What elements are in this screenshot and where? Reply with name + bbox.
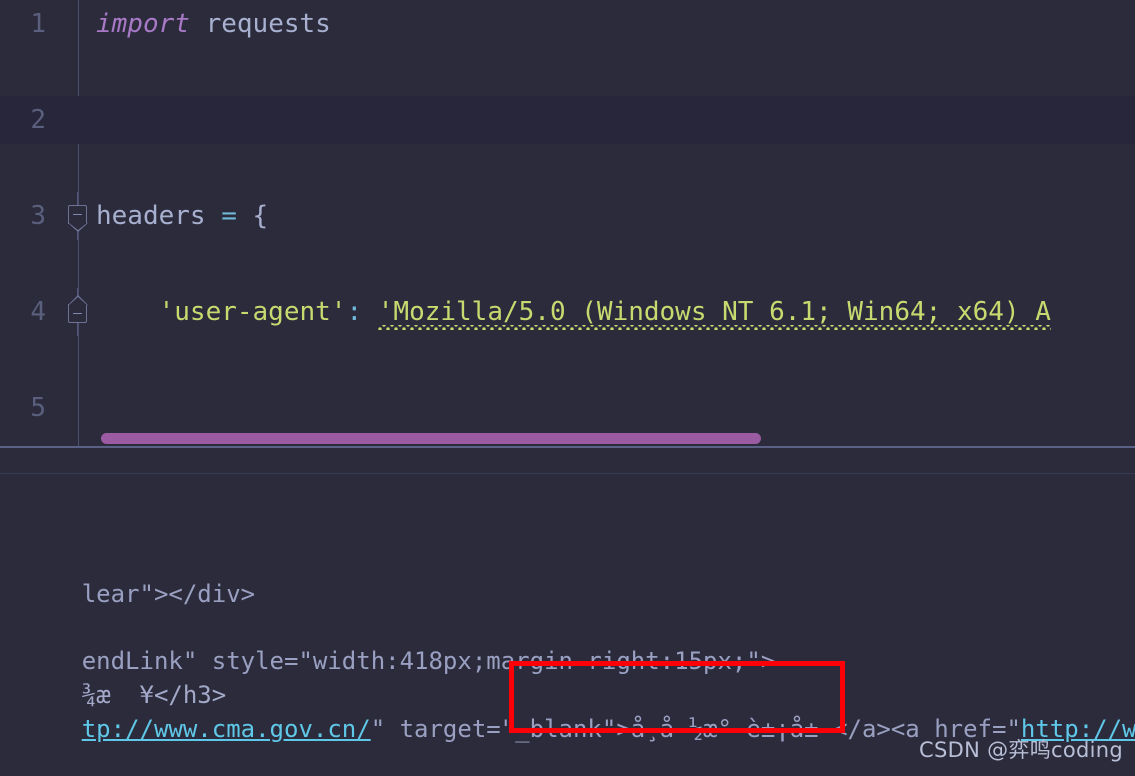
line-number: 2 (30, 105, 46, 135)
fold-minus-icon (73, 214, 82, 215)
screenshot-root: 1 import requests 2 3 headers = { 4 'use… (0, 0, 1135, 776)
token-module-requests (190, 9, 206, 39)
scrollbar-thumb[interactable] (101, 433, 761, 444)
line-number: 3 (30, 201, 46, 231)
fold-region-line-3[interactable] (62, 192, 94, 240)
line-number: 1 (30, 9, 46, 39)
code-line-2[interactable]: 2 (0, 96, 1135, 144)
line-number: 5 (30, 393, 46, 423)
fold-minus-icon (73, 313, 82, 314)
token-keyword-import: import (96, 9, 190, 39)
output-html-fragment: lear"></div> (81, 580, 256, 608)
code-line-text: import requests (96, 0, 331, 48)
code-editor-pane[interactable]: 1 import requests 2 3 headers = { 4 'use… (0, 0, 1135, 446)
token-colon: : (346, 297, 363, 327)
code-line-3[interactable]: 3 headers = { (0, 192, 1135, 240)
fold-collapse-icon[interactable] (68, 205, 88, 232)
fold-region-line-4[interactable] (62, 288, 94, 336)
code-line-text: headers = { (96, 192, 268, 240)
console-top-rule (0, 473, 1135, 474)
output-link-cma[interactable]: tp://www.cma.gov.cn/ (82, 715, 371, 743)
code-line-4[interactable]: 4 'user-agent': 'Mozilla/5.0 (Windows NT… (0, 288, 1135, 336)
red-highlight-rectangle (509, 661, 845, 733)
editor-horizontal-scrollbar[interactable] (0, 430, 1135, 446)
token-variable-headers: headers (96, 201, 206, 231)
code-line-5[interactable]: 5 (0, 384, 1135, 432)
line-number: 4 (30, 297, 46, 327)
token-identifier: requests (205, 9, 331, 39)
fold-expand-icon[interactable] (68, 295, 88, 323)
code-line-1[interactable]: 1 import requests (0, 0, 1135, 48)
token-brace-open: { (252, 201, 269, 231)
token-string-useragent: 'Mozilla/5.0 (Windows NT 6.1; Win64; x64… (377, 297, 1051, 327)
token-string-useragent-wrapper: 'Mozilla/5.0 (Windows NT 6.1; Win64; x64… (377, 288, 1051, 336)
token-string-key: 'user-agent' (96, 297, 347, 327)
token-operator-assign: = (221, 201, 237, 231)
code-line-text: 'user-agent': 'Mozilla/5.0 (Windows NT 6… (96, 288, 1051, 336)
csdn-watermark: CSDN @弈鸣coding (919, 738, 1123, 762)
